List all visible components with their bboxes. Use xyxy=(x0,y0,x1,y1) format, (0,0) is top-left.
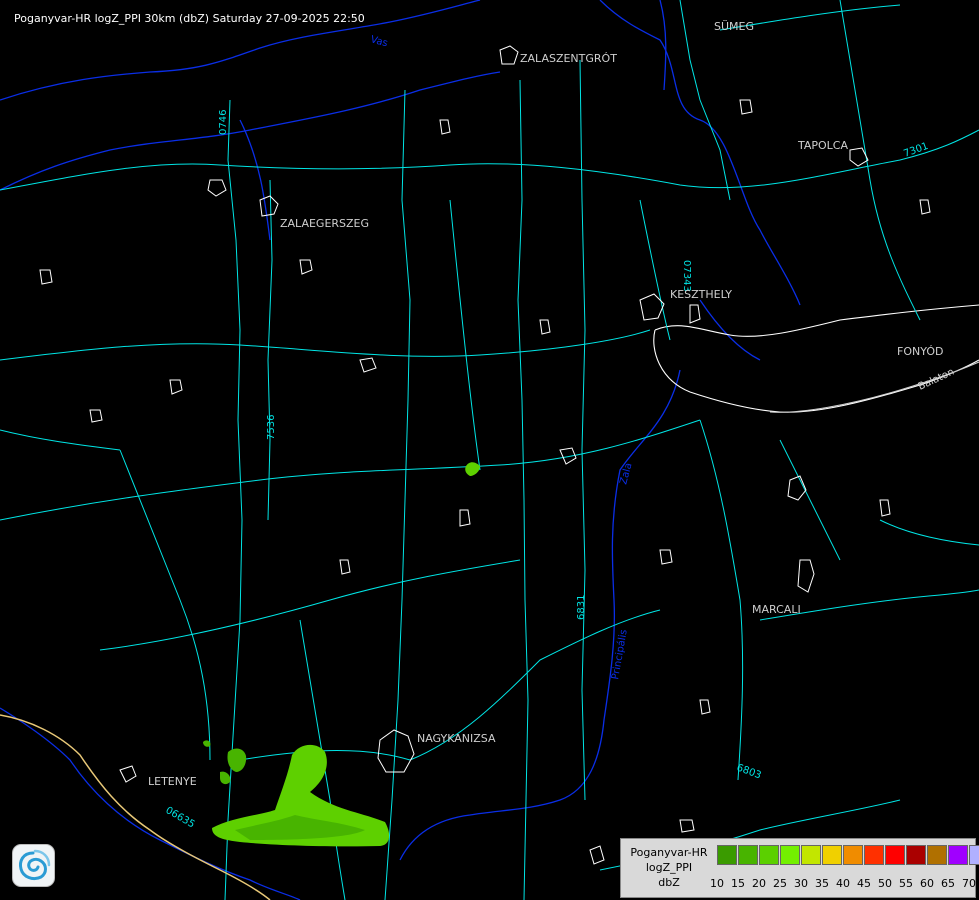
legend-tick-label: 55 xyxy=(899,877,913,890)
map-title: Poganyvar-HR logZ_PPI 30km (dbZ) Saturda… xyxy=(14,12,365,25)
river-label: Vas xyxy=(369,34,389,49)
city-label-marcali: MARCALI xyxy=(752,603,801,616)
legend-unit: dbZ xyxy=(658,876,680,889)
legend-tick-label: 40 xyxy=(836,877,850,890)
map-labels: 0746 07343 7301 7536 6831 6803 06635 Vas… xyxy=(164,34,956,830)
road-label: 6803 xyxy=(735,762,763,781)
city-label-nagykanizsa: NAGYKANIZSA xyxy=(417,732,496,745)
legend-swatch xyxy=(927,845,947,865)
echo-small-2 xyxy=(220,771,231,785)
road-label: 0746 xyxy=(218,110,229,135)
legend-swatch xyxy=(822,845,842,865)
echo-small-1 xyxy=(227,748,247,772)
dbz-legend: Poganyvar-HR logZ_PPI dbZ 10 15 20 25 30 35 40… xyxy=(620,838,979,898)
legend-swatches xyxy=(717,845,979,865)
legend-ticks: 10 15 20 25 30 35 40 45 50 55 60 65 70 xyxy=(709,877,976,891)
legend-tick-label: 10 xyxy=(710,877,724,890)
legend-swatch xyxy=(948,845,968,865)
city-label-zalaszentgrot: ZALASZENTGRÓT xyxy=(520,52,617,65)
legend-tick-label: 15 xyxy=(731,877,745,890)
legend-source: Poganyvar-HR xyxy=(630,846,708,859)
legend-tick-label: 70 xyxy=(962,877,976,890)
legend-tick-label: 50 xyxy=(878,877,892,890)
legend-swatch xyxy=(801,845,821,865)
echo-small-4 xyxy=(465,462,480,476)
legend-swatch xyxy=(738,845,758,865)
city-label-fonyod: FONYÓD xyxy=(897,345,944,358)
map-canvas[interactable]: 0746 07343 7301 7536 6831 6803 06635 Vas… xyxy=(0,0,979,900)
city-label-tapolca: TAPOLCA xyxy=(798,139,849,152)
lake-balaton xyxy=(653,304,979,413)
legend-tick-label: 65 xyxy=(941,877,955,890)
city-label-sumeg: SÜMEG xyxy=(714,20,754,33)
city-label-zalaegerszeg: ZALAEGERSZEG xyxy=(280,217,370,230)
river-label: Zala xyxy=(618,462,634,486)
legend-swatch xyxy=(780,845,800,865)
legend-tick-label: 25 xyxy=(773,877,787,890)
legend-swatch xyxy=(843,845,863,865)
legend-caption: Poganyvar-HR logZ_PPI dbZ xyxy=(625,845,713,890)
road-label: 7301 xyxy=(902,141,930,160)
omsz-logo-icon xyxy=(12,844,55,887)
legend-swatch xyxy=(717,845,737,865)
road-label: 6831 xyxy=(576,595,587,620)
city-label-keszthely: KESZTHELY xyxy=(670,288,733,301)
legend-swatch xyxy=(969,845,979,865)
radar-echoes xyxy=(203,462,480,847)
legend-tick-label: 35 xyxy=(815,877,829,890)
legend-tick-label: 45 xyxy=(857,877,871,890)
radar-map-view: 0746 07343 7301 7536 6831 6803 06635 Vas… xyxy=(0,0,979,900)
legend-swatch xyxy=(864,845,884,865)
legend-swatch xyxy=(885,845,905,865)
legend-tick-label: 30 xyxy=(794,877,808,890)
road-label: 7536 xyxy=(266,415,277,440)
legend-product: logZ_PPI xyxy=(645,861,693,874)
legend-tick-label: 20 xyxy=(752,877,766,890)
road-layer xyxy=(0,0,979,900)
city-label-letenye: LETENYE xyxy=(148,775,197,788)
river-label: Balaton xyxy=(917,367,956,393)
legend-tick-label: 60 xyxy=(920,877,934,890)
legend-swatch xyxy=(906,845,926,865)
road-label: 06635 xyxy=(164,805,197,830)
legend-swatch xyxy=(759,845,779,865)
